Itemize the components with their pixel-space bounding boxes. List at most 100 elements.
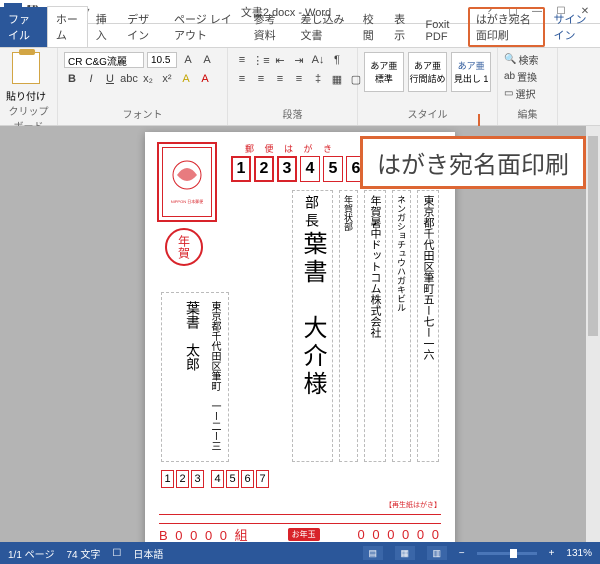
grow-font-icon[interactable]: A (180, 52, 196, 68)
paste-icon[interactable] (12, 52, 40, 84)
stamp-art-icon: NIPPON 日本郵便 (167, 157, 207, 207)
group-para-label: 段落 (234, 106, 351, 123)
paste-label[interactable]: 貼り付け (6, 88, 46, 103)
pc2-digit[interactable]: 7 (256, 470, 269, 488)
tab-insert[interactable]: 挿入 (88, 7, 119, 47)
underline-button[interactable]: U (102, 71, 118, 87)
status-bar: 1/1 ページ 74 文字 ☐ 日本語 ▤ ▦ ▥ − + 131% (0, 542, 600, 564)
group-edit-label: 編集 (504, 106, 551, 123)
justify-icon[interactable]: ≡ (291, 71, 307, 87)
view-web-icon[interactable]: ▥ (427, 546, 447, 560)
sub-button[interactable]: x₂ (140, 71, 156, 87)
align-center-icon[interactable]: ≡ (253, 71, 269, 87)
zoom-slider[interactable] (477, 552, 537, 555)
bold-button[interactable]: B (64, 71, 80, 87)
bottom-strip (159, 514, 441, 524)
recipient-address[interactable]: 東京都千代田区筆町五ー七ー一六 (417, 190, 439, 462)
sender-box: 東京都千代田区筆町 一ー二ー三 葉書 太郎 (161, 292, 229, 462)
pc2-digit[interactable]: 5 (226, 470, 239, 488)
select-icon: ▭ (504, 88, 513, 99)
replace-icon: ab (504, 71, 515, 82)
align-left-icon[interactable]: ≡ (234, 71, 250, 87)
group-styles-label: スタイル (364, 106, 491, 123)
recipient-name[interactable]: 部長葉書 大介様 (292, 190, 333, 462)
recycle-note: 【再生紙はがき】 (385, 500, 441, 510)
select-button[interactable]: ▭選択 (504, 86, 538, 101)
font-size-select[interactable]: 10.5 (147, 52, 177, 68)
lottery-right: 0 0 0 0 0 0 (358, 527, 441, 542)
tab-references[interactable]: 参考資料 (246, 7, 293, 47)
status-lang-icon: ☐ (112, 548, 121, 559)
tab-hagaki-print[interactable]: はがき宛名面印刷 (468, 7, 546, 47)
indent-icon[interactable]: ⇥ (291, 52, 307, 68)
tab-file[interactable]: ファイル (0, 7, 47, 47)
tab-page-layout[interactable]: ページ レイアウト (166, 7, 246, 47)
tab-foxit[interactable]: Foxit PDF (418, 15, 468, 47)
line-spacing-icon[interactable]: ‡ (310, 71, 326, 87)
marks-icon[interactable]: ¶ (329, 52, 345, 68)
sup-button[interactable]: x² (159, 71, 175, 87)
recipient-building[interactable]: ネンガショチュウハガキビル (392, 190, 411, 462)
view-print-icon[interactable]: ▦ (395, 546, 415, 560)
status-words[interactable]: 74 文字 (66, 546, 100, 561)
stamp-frame: NIPPON 日本郵便 (157, 142, 217, 222)
zoom-value[interactable]: 131% (566, 548, 592, 559)
view-read-icon[interactable]: ▤ (363, 546, 383, 560)
recipient-dept[interactable]: 年賀状部 (339, 190, 358, 462)
tab-mailings[interactable]: 差し込み文書 (292, 7, 354, 47)
strike-button[interactable]: abc (121, 71, 137, 87)
svg-text:NIPPON 日本郵便: NIPPON 日本郵便 (171, 198, 203, 204)
postcard-page: NIPPON 日本郵便 郵 便 は が き 1 2 3 4 5 6 7 年賀 東… (145, 132, 455, 542)
sort-icon[interactable]: A↓ (310, 52, 326, 68)
pc-digit[interactable]: 3 (277, 156, 297, 182)
recipient-address-area: 東京都千代田区筆町五ー七ー一六 ネンガショチュウハガキビル 年賀暑中ドットコム株… (235, 190, 439, 462)
tab-home[interactable]: ホーム (47, 6, 88, 47)
nenga-seal: 年賀 (165, 228, 203, 266)
replace-button[interactable]: ab置換 (504, 69, 538, 84)
lottery-row: B 0 0 0 0 組 お年玉 0 0 0 0 0 0 (159, 525, 441, 542)
style-nospacing[interactable]: あア亜 行間詰め (408, 52, 448, 92)
zoom-out-icon[interactable]: − (459, 548, 465, 559)
find-button[interactable]: 🔍検索 (504, 52, 538, 67)
font-color-icon[interactable]: A (197, 71, 213, 87)
sender-postcode: 1 2 3 4 5 6 7 (161, 470, 269, 488)
pc2-digit[interactable]: 1 (161, 470, 174, 488)
italic-button[interactable]: I (83, 71, 99, 87)
status-page[interactable]: 1/1 ページ (8, 546, 54, 561)
pc-digit[interactable]: 2 (254, 156, 274, 182)
bullets-icon[interactable]: ≡ (234, 52, 250, 68)
tab-design[interactable]: デザイン (119, 7, 166, 47)
pc-digit[interactable]: 1 (231, 156, 251, 182)
shrink-font-icon[interactable]: A (199, 52, 215, 68)
pc-digit[interactable]: 4 (300, 156, 320, 182)
signin-link[interactable]: サインイン (545, 7, 600, 47)
pc2-digit[interactable]: 6 (241, 470, 254, 488)
find-icon: 🔍 (504, 54, 516, 65)
status-lang[interactable]: 日本語 (133, 546, 163, 561)
lottery-left: B 0 0 0 0 組 (159, 525, 250, 542)
align-right-icon[interactable]: ≡ (272, 71, 288, 87)
shading-icon[interactable]: ▦ (329, 71, 345, 87)
scrollbar-thumb[interactable] (588, 136, 598, 336)
pc2-digit[interactable]: 4 (211, 470, 224, 488)
group-font-label: フォント (64, 106, 221, 123)
tab-review[interactable]: 校閲 (355, 7, 386, 47)
tab-view[interactable]: 表示 (386, 7, 417, 47)
outdent-icon[interactable]: ⇤ (272, 52, 288, 68)
zoom-in-icon[interactable]: + (549, 548, 555, 559)
callout-box: はがき宛名面印刷 (360, 136, 586, 189)
highlight-icon[interactable]: A (178, 71, 194, 87)
pc-digit[interactable]: 5 (323, 156, 343, 182)
numbering-icon[interactable]: ⋮≡ (253, 52, 269, 68)
recipient-company[interactable]: 年賀暑中ドットコム株式会社 (364, 190, 386, 462)
font-name-select[interactable]: CR C&G流麗 (64, 52, 144, 68)
style-normal[interactable]: あア亜 標準 (364, 52, 404, 92)
lottery-mid: お年玉 (288, 528, 320, 541)
sender-address[interactable]: 東京都千代田区筆町 一ー二ー三 (205, 297, 224, 457)
sender-name[interactable]: 葉書 太郎 (181, 297, 205, 457)
postcard-header: 郵 便 は が き (245, 142, 336, 155)
vertical-scrollbar[interactable] (586, 126, 600, 542)
pc2-digit[interactable]: 3 (191, 470, 204, 488)
style-heading1[interactable]: あア亜 見出し 1 (451, 52, 491, 92)
pc2-digit[interactable]: 2 (176, 470, 189, 488)
